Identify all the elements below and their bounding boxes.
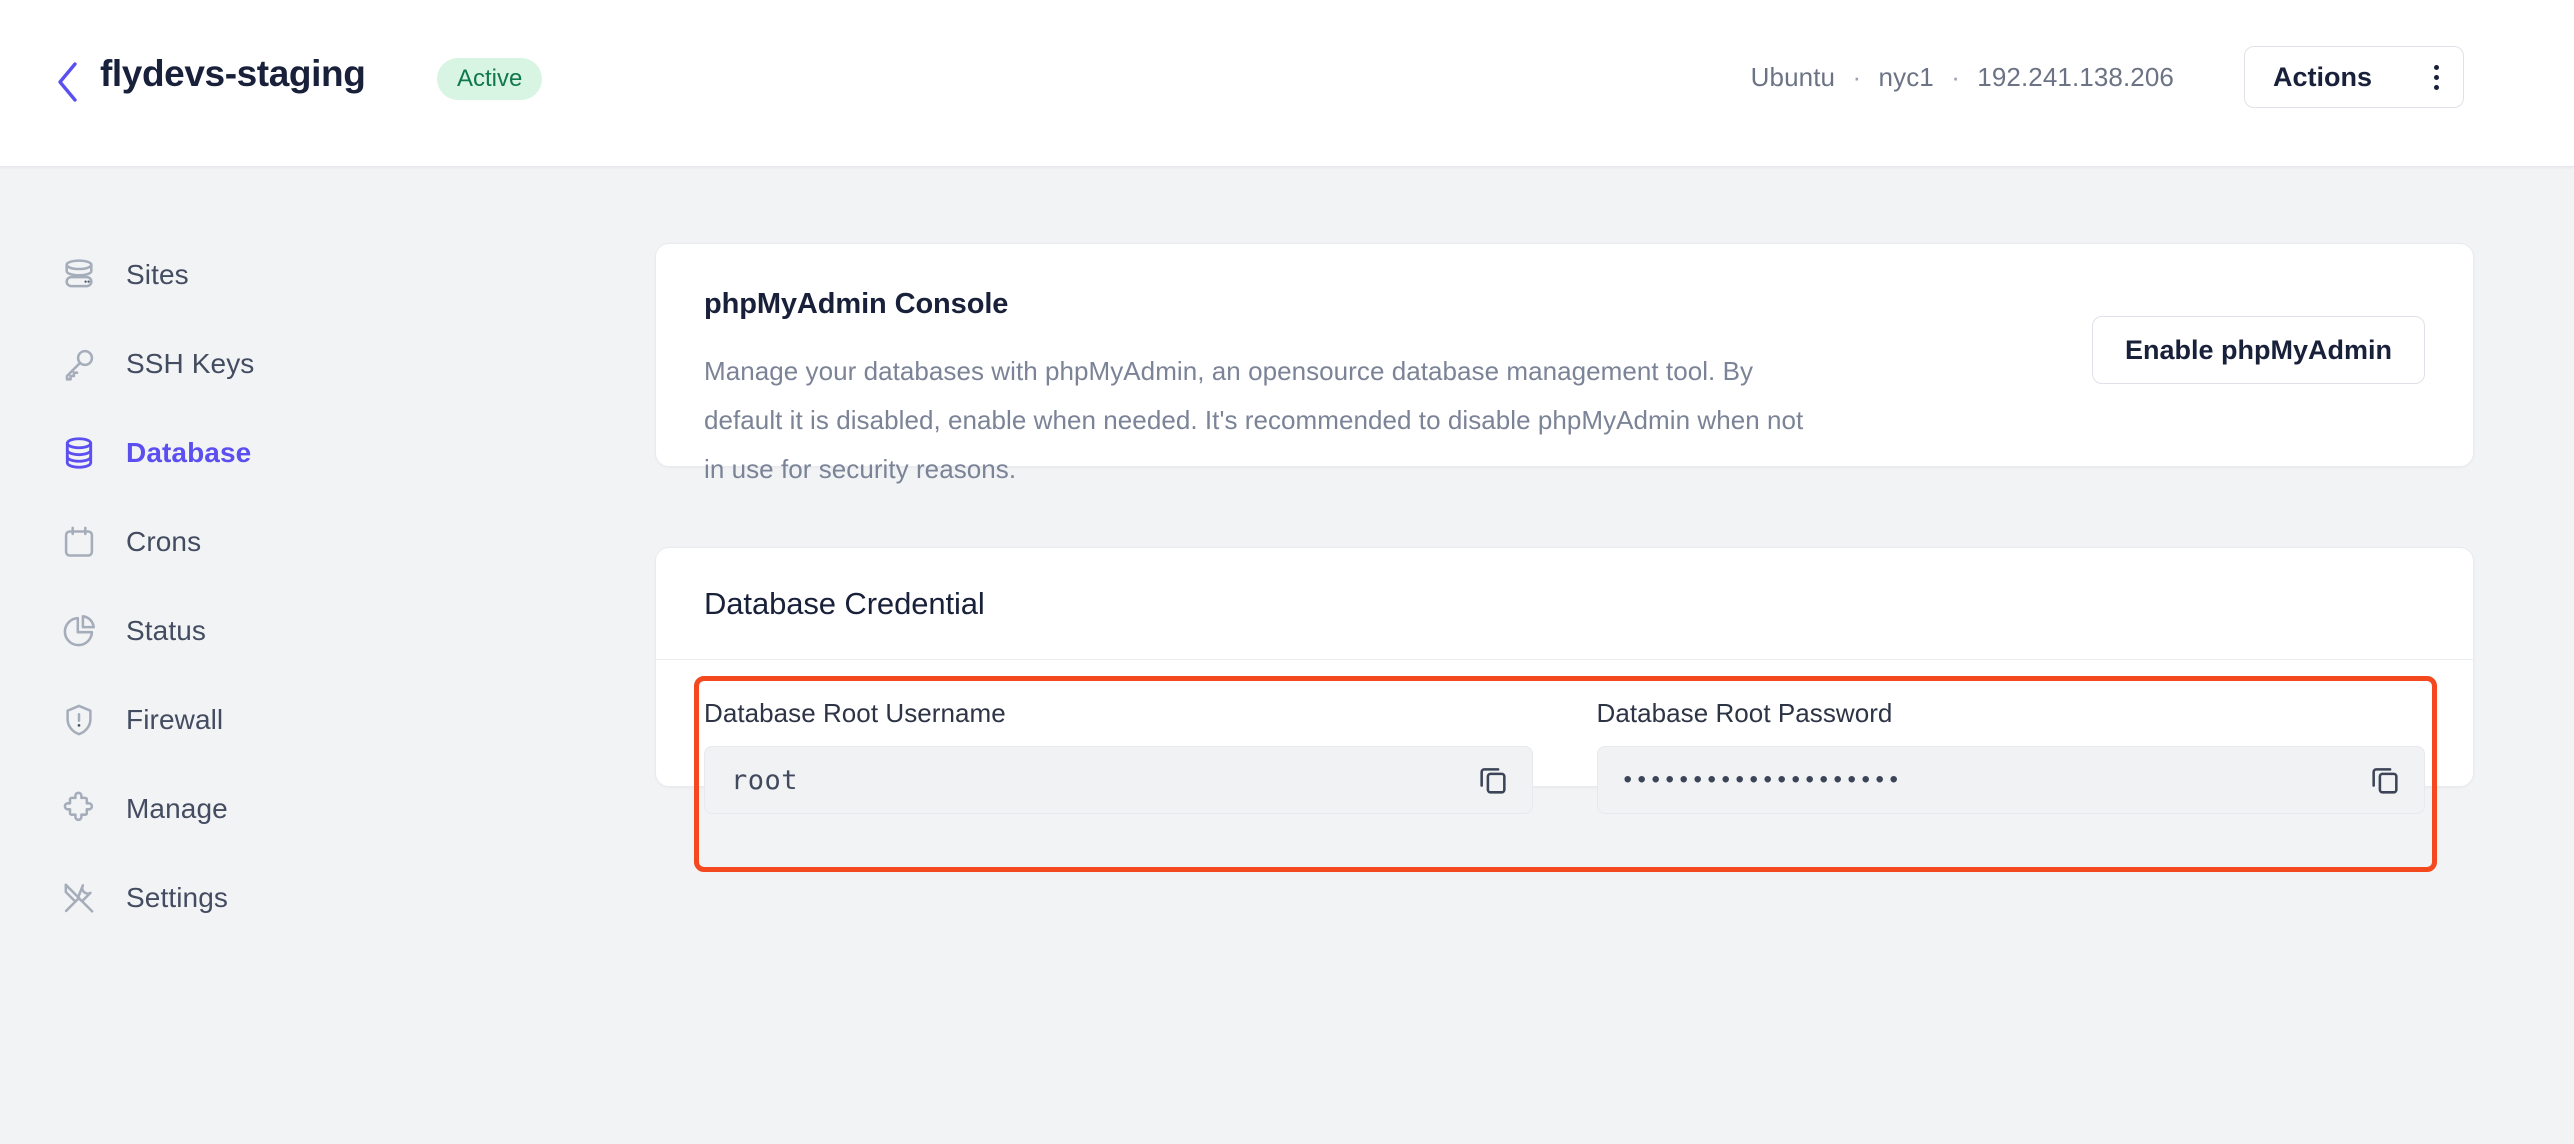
phpmyadmin-card-description: Manage your databases with phpMyAdmin, a… bbox=[704, 356, 1804, 484]
copy-username-button[interactable] bbox=[1470, 757, 1516, 803]
database-root-password-label: Database Root Password bbox=[1596, 698, 1893, 728]
app-header: flydevs-staging Active Ubuntu · nyc1 · 1… bbox=[0, 0, 2574, 167]
server-meta: Ubuntu · nyc1 · 192.241.138.206 bbox=[1751, 62, 2174, 93]
database-credential-body: Database Root Username root Database Roo… bbox=[656, 660, 2473, 872]
sidebar-item-label: SSH Keys bbox=[126, 348, 255, 379]
sidebar-item-sites[interactable]: Sites bbox=[0, 244, 655, 306]
sidebar-item-ssh-keys[interactable]: SSH Keys bbox=[0, 333, 655, 395]
database-credential-title: Database Credential bbox=[704, 585, 985, 621]
sidebar-item-label: Manage bbox=[126, 793, 228, 824]
actions-button[interactable]: Actions bbox=[2244, 46, 2464, 108]
tools-icon bbox=[60, 879, 98, 917]
pie-chart-icon bbox=[60, 612, 98, 650]
meta-ip: 192.241.138.206 bbox=[1977, 62, 2174, 92]
database-root-username-field: Database Root Username root bbox=[704, 698, 1533, 814]
meta-os: Ubuntu bbox=[1750, 62, 1836, 92]
copy-password-button[interactable] bbox=[2362, 757, 2408, 803]
sidebar-item-database[interactable]: Database bbox=[0, 422, 655, 484]
sidebar-item-crons[interactable]: Crons bbox=[0, 511, 655, 573]
status-badge: Active bbox=[437, 58, 543, 100]
kebab-menu-icon bbox=[2434, 64, 2441, 90]
meta-region: nyc1 bbox=[1878, 62, 1934, 92]
meta-separator-1: · bbox=[1852, 62, 1862, 92]
sidebar-item-label: Settings bbox=[126, 882, 228, 913]
sidebar-item-status[interactable]: Status bbox=[0, 600, 655, 662]
database-root-password-field: Database Root Password •••••••••••••••••… bbox=[1596, 698, 2425, 814]
sidebar-item-label: Firewall bbox=[126, 704, 224, 735]
sidebar-item-label: Sites bbox=[126, 259, 189, 290]
copy-icon bbox=[2368, 762, 2402, 799]
enable-phpmyadmin-button[interactable]: Enable phpMyAdmin bbox=[2091, 316, 2425, 384]
database-root-username-input[interactable]: root bbox=[704, 746, 1533, 814]
sidebar: Sites SSH Keys Database Crons Status Fir… bbox=[0, 167, 655, 1144]
database-icon bbox=[60, 434, 98, 472]
database-root-password-value: •••••••••••••••••••• bbox=[1623, 766, 1904, 793]
meta-separator-2: · bbox=[1951, 62, 1960, 92]
database-root-username-label: Database Root Username bbox=[704, 698, 1006, 728]
database-root-username-value: root bbox=[731, 764, 799, 796]
copy-icon bbox=[1476, 762, 1510, 799]
chevron-left-icon bbox=[53, 60, 83, 104]
sidebar-item-label: Database bbox=[126, 437, 252, 468]
calendar-icon bbox=[60, 523, 98, 561]
database-credential-header: Database Credential bbox=[656, 548, 2473, 660]
phpmyadmin-card: phpMyAdmin Console Manage your databases… bbox=[655, 243, 2474, 484]
sidebar-item-settings[interactable]: Settings bbox=[0, 867, 655, 929]
main-content: phpMyAdmin Console Manage your databases… bbox=[655, 167, 2574, 1144]
sidebar-item-firewall[interactable]: Firewall bbox=[0, 689, 655, 751]
puzzle-icon bbox=[60, 790, 98, 828]
sidebar-item-manage[interactable]: Manage bbox=[0, 778, 655, 840]
server-icon bbox=[60, 256, 98, 294]
credential-fields-row: Database Root Username root Database Roo… bbox=[704, 676, 2425, 814]
page-title: flydevs-staging bbox=[100, 53, 366, 94]
actions-button-label: Actions bbox=[2273, 61, 2373, 92]
key-icon bbox=[60, 345, 98, 383]
back-button[interactable] bbox=[48, 58, 88, 106]
database-credential-card: Database Credential Database Root Userna… bbox=[655, 547, 2474, 872]
sidebar-item-label: Status bbox=[126, 615, 206, 646]
sidebar-item-label: Crons bbox=[126, 526, 202, 557]
database-root-password-input[interactable]: •••••••••••••••••••• bbox=[1596, 746, 2425, 814]
shield-alert-icon bbox=[60, 701, 98, 739]
